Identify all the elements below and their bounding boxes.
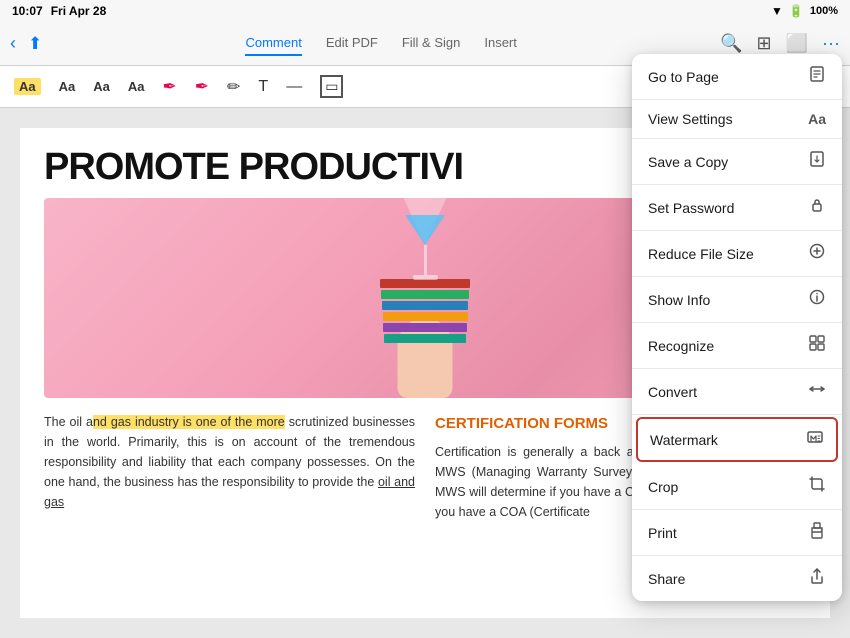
dropdown-menu: Go to Page View Settings Aa Save a Copy … xyxy=(632,54,842,601)
password-icon xyxy=(808,196,826,219)
menu-item-view-settings[interactable]: View Settings Aa xyxy=(632,100,842,139)
menu-label-share: Share xyxy=(648,571,685,587)
menu-label-show-info: Show Info xyxy=(648,292,710,308)
status-right: ▼ 🔋 100% xyxy=(771,4,838,18)
menu-label-save-a-copy: Save a Copy xyxy=(648,154,728,170)
books-illustration xyxy=(380,279,470,343)
menu-label-view-settings: View Settings xyxy=(648,111,733,127)
tab-insert[interactable]: Insert xyxy=(484,31,517,56)
more-button[interactable]: ··· xyxy=(822,33,840,54)
menu-item-print[interactable]: Print xyxy=(632,510,842,556)
menu-item-reduce-file-size[interactable]: Reduce File Size xyxy=(632,231,842,277)
battery-level: 100% xyxy=(810,5,838,17)
highlighted-text: nd gas industry is one of the more xyxy=(93,415,285,429)
tab-comment[interactable]: Comment xyxy=(245,31,301,56)
save-copy-icon xyxy=(808,150,826,173)
view-settings-icon: Aa xyxy=(808,111,826,127)
menu-item-go-to-page[interactable]: Go to Page xyxy=(632,54,842,100)
menu-item-crop[interactable]: Crop xyxy=(632,464,842,510)
recognize-icon xyxy=(808,334,826,357)
main-content: PROMOTE PRODUCTIVI xyxy=(0,108,850,638)
menu-label-watermark: Watermark xyxy=(650,432,718,448)
toolbar-right: 🔍 ⊞ ⬜ ··· xyxy=(720,33,840,54)
watermark-icon xyxy=(806,428,824,451)
text-highlight-tool-3[interactable]: Aa xyxy=(93,79,110,94)
menu-item-save-a-copy[interactable]: Save a Copy xyxy=(632,139,842,185)
menu-item-recognize[interactable]: Recognize xyxy=(632,323,842,369)
menu-item-share[interactable]: Share xyxy=(632,556,842,601)
reduce-size-icon xyxy=(808,242,826,265)
print-icon xyxy=(808,521,826,544)
status-bar: 10:07 Fri Apr 28 ▼ 🔋 100% xyxy=(0,0,850,22)
eraser-tool[interactable]: ✏ xyxy=(227,77,240,97)
info-icon xyxy=(808,288,826,311)
menu-label-print: Print xyxy=(648,525,677,541)
menu-label-recognize: Recognize xyxy=(648,338,714,354)
text-highlight-tool-1[interactable]: Aa xyxy=(14,78,41,95)
text-highlight-tool-4[interactable]: Aa xyxy=(128,79,145,94)
back-button[interactable]: ‹ xyxy=(10,33,16,54)
toolbar-tabs: Comment Edit PDF Fill & Sign Insert xyxy=(245,31,516,56)
go-to-page-icon xyxy=(808,65,826,88)
tab-edit-pdf[interactable]: Edit PDF xyxy=(326,31,378,56)
menu-item-set-password[interactable]: Set Password xyxy=(632,185,842,231)
share-icon xyxy=(808,567,826,590)
pen-tool-1[interactable]: ✒ xyxy=(163,77,177,97)
crop-icon xyxy=(808,475,826,498)
line-tool[interactable]: — xyxy=(286,78,302,96)
menu-label-convert: Convert xyxy=(648,384,697,400)
menu-item-watermark[interactable]: Watermark xyxy=(636,417,838,462)
menu-item-convert[interactable]: Convert xyxy=(632,369,842,415)
tab-fill-sign[interactable]: Fill & Sign xyxy=(402,31,461,56)
grid-icon[interactable]: ⊞ xyxy=(757,33,772,54)
pen-tool-2[interactable]: ✒ xyxy=(195,77,209,97)
convert-icon xyxy=(808,380,826,403)
status-time: 10:07 xyxy=(12,4,43,18)
text-tool[interactable]: T xyxy=(258,78,268,96)
search-icon[interactable]: 🔍 xyxy=(720,33,742,54)
toolbar-left: ‹ ⬆ xyxy=(10,33,42,54)
text-highlight-tool-2[interactable]: Aa xyxy=(59,79,76,94)
menu-label-reduce-file-size: Reduce File Size xyxy=(648,246,754,262)
display-icon[interactable]: ⬜ xyxy=(786,33,808,54)
underlined-text: oil and gas xyxy=(44,475,415,509)
battery-icon: 🔋 xyxy=(789,4,804,18)
glass-illustration xyxy=(400,198,450,280)
menu-label-crop: Crop xyxy=(648,479,678,495)
status-day: Fri Apr 28 xyxy=(51,4,107,18)
status-left: 10:07 Fri Apr 28 xyxy=(12,4,106,18)
menu-label-go-to-page: Go to Page xyxy=(648,69,719,85)
shape-tool[interactable]: ▭ xyxy=(320,75,343,98)
pdf-text-left: The oil and gas industry is one of the m… xyxy=(44,412,415,522)
menu-item-show-info[interactable]: Show Info xyxy=(632,277,842,323)
menu-label-set-password: Set Password xyxy=(648,200,734,216)
share-button[interactable]: ⬆ xyxy=(28,34,42,54)
wifi-icon: ▼ xyxy=(771,4,783,18)
